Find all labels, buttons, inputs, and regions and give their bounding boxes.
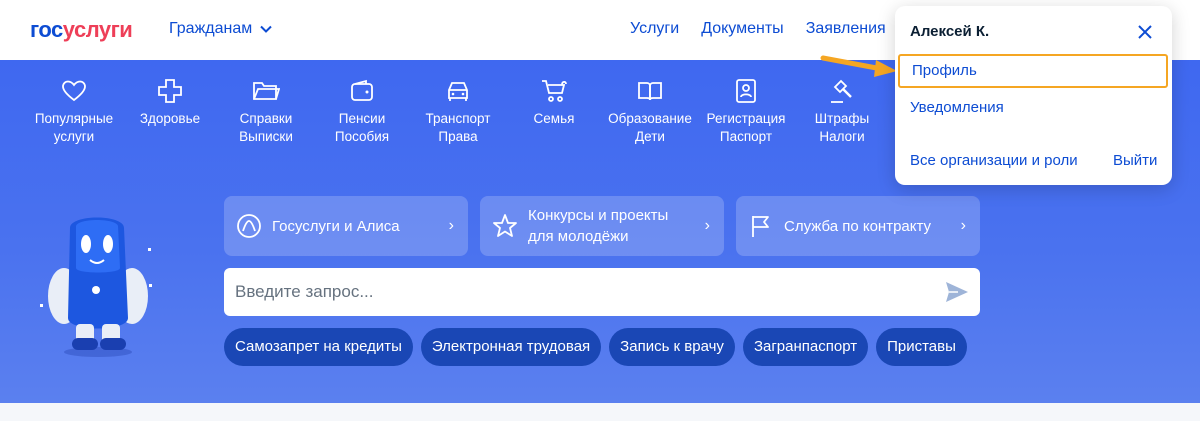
chip-electronic-workbook[interactable]: Электронная трудовая (420, 328, 602, 366)
chevron-right-icon: › (448, 217, 454, 234)
category-pensions[interactable]: Пенсии Пособия (312, 78, 412, 146)
chip-credit-ban[interactable]: Самозапрет на кредиты (224, 328, 413, 366)
top-nav: Услуги Документы Заявления (630, 20, 886, 38)
audience-label: Гражданам (169, 20, 253, 37)
stroller-icon (542, 80, 567, 102)
audience-dropdown[interactable]: Гражданам (169, 20, 272, 38)
logout-button[interactable]: Выйти (1113, 152, 1157, 169)
health-cross-icon (158, 79, 182, 103)
category-certificates[interactable]: Справки Выписки (216, 78, 316, 146)
chip-doctor-appointment[interactable]: Запись к врачу (609, 328, 735, 366)
book-icon (638, 82, 662, 101)
user-menu-dropdown: Алексей К. Профиль Уведомления Все орган… (895, 6, 1172, 185)
category-health[interactable]: Здоровье (120, 78, 220, 128)
nav-services[interactable]: Услуги (630, 20, 679, 38)
flag-icon (752, 216, 769, 237)
menu-item-notifications[interactable]: Уведомления (910, 99, 1004, 116)
wallet-icon (351, 79, 373, 101)
robot-mascot-image (40, 217, 152, 357)
search-input[interactable] (235, 280, 925, 304)
heart-icon (62, 80, 86, 102)
quick-links: Самозапрет на кредиты Электронная трудов… (224, 328, 967, 366)
id-card-icon (736, 79, 756, 103)
chevron-right-icon: › (704, 217, 710, 234)
search-box (224, 268, 980, 316)
user-name: Алексей К. (910, 23, 990, 40)
category-education[interactable]: Образование Дети (600, 78, 700, 146)
nav-applications[interactable]: Заявления (806, 20, 886, 38)
promo-contract-service[interactable]: Служба по контракту › (736, 196, 980, 256)
gavel-icon (831, 79, 852, 103)
alice-icon (237, 214, 261, 238)
category-fines[interactable]: Штрафы Налоги (792, 78, 892, 146)
annotation-arrow (820, 55, 897, 77)
category-transport[interactable]: Транспорт Права (408, 78, 508, 146)
chevron-right-icon: › (960, 217, 966, 234)
category-family[interactable]: Семья (504, 78, 604, 128)
chevron-down-icon (260, 25, 272, 33)
category-popular[interactable]: Популярные услуги (24, 78, 124, 146)
chip-foreign-passport[interactable]: Загранпаспорт (742, 328, 869, 366)
folder-icon (253, 82, 280, 100)
car-icon (448, 82, 468, 101)
close-icon[interactable] (1136, 23, 1154, 41)
gosuslugi-logo[interactable]: госуслуги (30, 17, 133, 43)
promo-youth-contests[interactable]: Конкурсы и проекты для молодёжи › (480, 196, 724, 256)
nav-documents[interactable]: Документы (701, 20, 783, 38)
send-icon[interactable] (944, 280, 970, 304)
chip-bailiffs[interactable]: Приставы (876, 328, 967, 366)
category-registration[interactable]: Регистрация Паспорт (696, 78, 796, 146)
menu-item-organizations[interactable]: Все организации и роли (910, 152, 1078, 169)
promo-alice[interactable]: Госуслуги и Алиса › (224, 196, 468, 256)
menu-item-profile[interactable]: Профиль (898, 54, 1168, 88)
star-icon (493, 214, 517, 237)
